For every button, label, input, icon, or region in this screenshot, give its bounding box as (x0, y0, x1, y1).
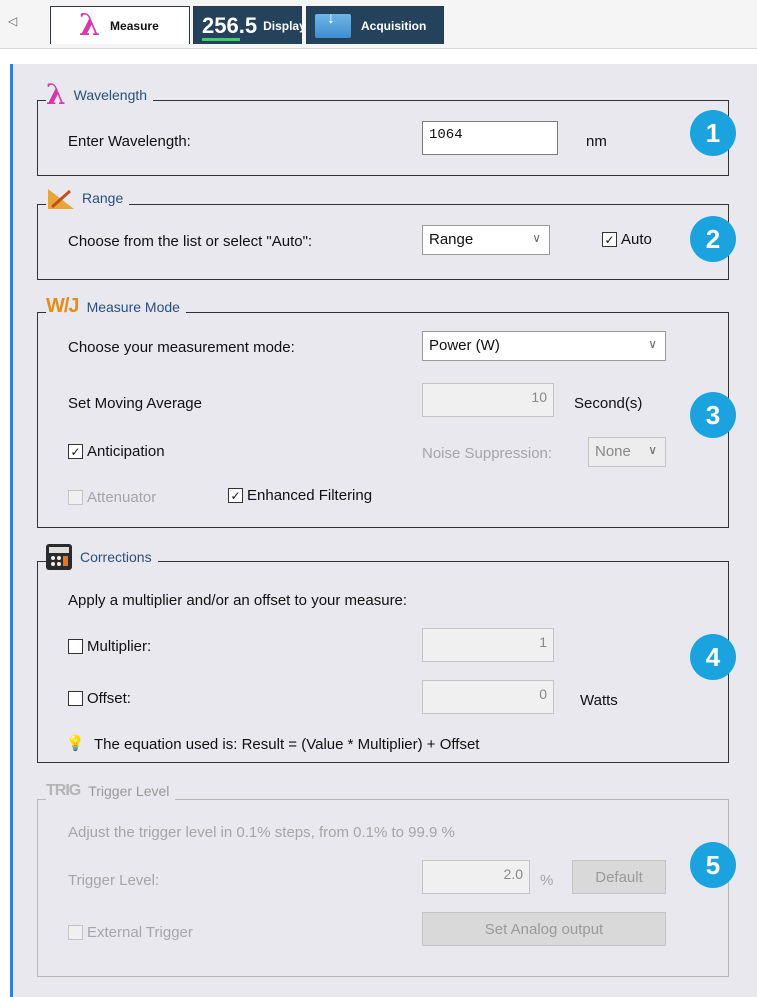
anticipation-checkbox[interactable]: ✓ Anticipation (68, 443, 165, 460)
trigger-intro: Adjust the trigger level in 0.1% steps, … (68, 824, 455, 841)
moving-average-label: Set Moving Average (68, 395, 202, 412)
noise-suppression-label: Noise Suppression: (422, 445, 553, 462)
range-label: Choose from the list or select "Auto": (68, 233, 313, 250)
enhanced-filtering-checkbox[interactable]: ✓ Enhanced Filtering (228, 487, 372, 504)
wavelength-title: Wavelength (73, 87, 148, 103)
noise-suppression-select[interactable]: None ∨ (588, 437, 666, 467)
trigger-title: Trigger Level (88, 783, 170, 799)
external-trigger-label: External Trigger (87, 924, 193, 941)
offset-label: Offset: (87, 690, 131, 707)
attenuator-checkbox-box[interactable] (68, 490, 83, 505)
trigger-level-input[interactable]: 2.0 (422, 860, 530, 894)
auto-checkbox[interactable]: ✓ Auto (602, 231, 652, 248)
auto-checkbox-box[interactable]: ✓ (602, 232, 617, 247)
wavelength-label: Enter Wavelength: (68, 133, 191, 150)
multiplier-checkbox[interactable]: Multiplier: (68, 638, 151, 655)
trigger-icon: TRIG (46, 782, 81, 799)
multiplier-input[interactable]: 1 (422, 628, 554, 662)
attenuator-checkbox[interactable]: Attenuator (68, 489, 156, 506)
external-trigger-checkbox-box[interactable] (68, 925, 83, 940)
step-badge-5: 5 (690, 842, 736, 888)
range-group: Range Choose from the list or select "Au… (37, 187, 729, 280)
mode-select[interactable]: Power (W) ∨ (422, 331, 666, 361)
lightbulb-icon: 💡 (66, 735, 85, 752)
step-badge-2: 2 (690, 216, 736, 262)
ruler-pencil-icon (46, 187, 74, 209)
default-button[interactable]: Default (572, 860, 666, 894)
mode-select-value: Power (W) (429, 337, 500, 354)
offset-checkbox[interactable]: Offset: (68, 690, 131, 707)
multiplier-checkbox-box[interactable] (68, 639, 83, 654)
tab-bar: ◁ λ Measure 256.5 Display Acquisition (0, 0, 757, 49)
wavelength-legend: λ Wavelength (46, 78, 154, 111)
mode-label: Choose your measurement mode: (68, 339, 295, 356)
corrections-legend: Corrections (46, 544, 158, 570)
moving-average-input[interactable]: 10 (422, 383, 554, 417)
range-title: Range (82, 190, 124, 206)
calculator-icon (46, 544, 72, 570)
lambda-icon: λ (79, 8, 101, 43)
trigger-level-legend: TRIG Trigger Level (46, 782, 176, 800)
enhanced-filtering-checkbox-box[interactable]: ✓ (228, 488, 243, 503)
watt-joule-icon: W/J (46, 295, 80, 317)
measure-mode-legend: W/J Measure Mode (46, 295, 186, 318)
tab-measure-label: Measure (110, 18, 159, 33)
chevron-down-icon: ∨ (648, 443, 657, 457)
trigger-level-label: Trigger Level: (68, 872, 160, 889)
anticipation-checkbox-box[interactable]: ✓ (68, 444, 83, 459)
equation-text: The equation used is: Result = (Value * … (94, 736, 480, 753)
offset-input[interactable]: 0 (422, 680, 554, 714)
trigger-level-unit: % (540, 872, 554, 889)
step-badge-4: 4 (690, 634, 736, 680)
collapse-arrow-icon[interactable]: ◁ (8, 14, 17, 28)
measure-mode-title: Measure Mode (86, 298, 180, 315)
corrections-title: Corrections (80, 549, 152, 565)
moving-average-unit: Second(s) (574, 395, 643, 412)
noise-suppression-value: None (595, 443, 631, 460)
range-select-value: Range (429, 231, 474, 248)
range-select[interactable]: Range ∨ (422, 225, 550, 255)
offset-checkbox-box[interactable] (68, 691, 83, 706)
range-legend: Range (46, 187, 130, 209)
chevron-down-icon: ∨ (532, 231, 541, 245)
step-badge-3: 3 (690, 392, 736, 438)
corrections-intro: Apply a multiplier and/or an offset to y… (68, 592, 408, 609)
display-number-icon: 256.5 (202, 12, 258, 41)
auto-checkbox-label: Auto (621, 231, 652, 248)
tab-display-label: Display (263, 18, 306, 33)
tab-acquisition[interactable]: Acquisition (306, 6, 444, 44)
measure-mode-group: W/J Measure Mode Choose your measurement… (37, 295, 729, 528)
external-trigger-checkbox[interactable]: External Trigger (68, 924, 193, 941)
download-folder-icon (315, 10, 351, 38)
measure-panel: λ Wavelength Enter Wavelength: 1064 nm 1… (10, 64, 757, 997)
chevron-down-icon: ∨ (648, 337, 657, 351)
multiplier-label: Multiplier: (87, 638, 152, 655)
wavelength-unit: nm (586, 133, 607, 150)
wavelength-input[interactable]: 1064 (422, 121, 558, 155)
enhanced-filtering-label: Enhanced Filtering (247, 487, 373, 504)
trigger-level-group: TRIG Trigger Level Adjust the trigger le… (37, 782, 729, 977)
offset-unit: Watts (580, 692, 618, 709)
lambda-icon: λ (46, 78, 66, 111)
step-badge-1: 1 (690, 110, 736, 156)
wavelength-group: λ Wavelength Enter Wavelength: 1064 nm (37, 81, 729, 176)
corrections-group: Corrections Apply a multiplier and/or an… (37, 544, 729, 763)
set-analog-output-button[interactable]: Set Analog output (422, 912, 666, 946)
attenuator-label: Attenuator (87, 489, 157, 506)
tab-measure[interactable]: λ Measure (50, 6, 190, 44)
tab-acquisition-label: Acquisition (361, 18, 427, 33)
anticipation-label: Anticipation (87, 443, 165, 460)
tab-display[interactable]: 256.5 Display (193, 6, 306, 44)
